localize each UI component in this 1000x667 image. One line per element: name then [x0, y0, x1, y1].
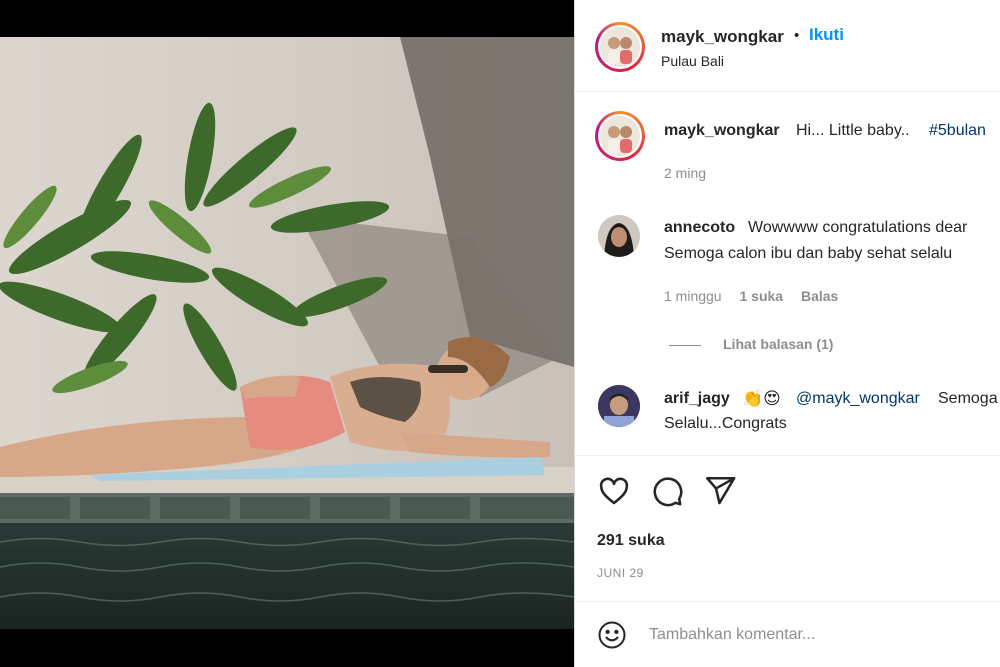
comment-text: Semoga [938, 390, 998, 407]
comment-likes[interactable]: 1 suka [739, 288, 783, 304]
caption-hashtag[interactable]: #5bulan [929, 122, 986, 140]
comment-meta: 1 minggu 1 suka Balas [664, 288, 852, 304]
replies-divider [669, 344, 701, 346]
comment-avatar[interactable] [598, 215, 640, 257]
caption-timestamp[interactable]: 2 ming [664, 165, 706, 181]
post-header: mayk_wongkar • Ikuti Pulau Bali [575, 0, 1000, 92]
comment-input[interactable] [649, 622, 989, 648]
heart-icon[interactable] [597, 474, 631, 508]
comment-text: Wowwww congratulations dear [748, 219, 968, 236]
post-media-panel [0, 0, 574, 667]
author-avatar[interactable] [595, 22, 645, 72]
likes-count[interactable]: 291 suka [597, 532, 665, 550]
comment-text-line2: Semoga calon ibu dan baby sehat selalu [664, 245, 953, 262]
post-location[interactable]: Pulau Bali [661, 53, 724, 69]
comment-emoji: 👏😍 [742, 389, 781, 408]
comment-bubble-icon[interactable] [650, 474, 684, 508]
author-username[interactable]: mayk_wongkar [661, 27, 784, 47]
add-comment-bar [575, 601, 1000, 667]
view-replies-button[interactable]: Lihat balasan (1) [669, 336, 833, 352]
post-date[interactable]: JUNI 29 [597, 566, 644, 580]
post-side-panel: mayk_wongkar • Ikuti Pulau Bali mayk_won… [574, 0, 1000, 667]
comment-timestamp[interactable]: 1 minggu [664, 288, 722, 304]
caption-author-avatar[interactable] [595, 111, 645, 161]
post-actions: 291 suka JUNI 29 [575, 455, 1000, 601]
post-photo[interactable] [0, 37, 574, 629]
reply-button[interactable]: Balas [801, 288, 838, 304]
paper-plane-icon[interactable] [703, 474, 737, 508]
comment-username[interactable]: arif_jagy [664, 390, 730, 408]
comments-list[interactable]: mayk_wongkar Hi... Little baby.. #5bulan… [575, 93, 1000, 455]
view-replies-label: Lihat balasan (1) [723, 336, 834, 352]
comment-text-line2: Selalu...Congrats [664, 415, 787, 432]
comment-username[interactable]: annecoto [664, 219, 735, 237]
caption-text: Hi... Little baby.. [796, 122, 910, 139]
separator-dot: • [794, 27, 800, 44]
smiley-icon[interactable] [597, 620, 627, 650]
comment-mention[interactable]: @mayk_wongkar [796, 390, 920, 408]
follow-button[interactable]: Ikuti [809, 25, 844, 45]
comment-avatar[interactable] [598, 385, 640, 427]
caption-username[interactable]: mayk_wongkar [664, 122, 780, 140]
